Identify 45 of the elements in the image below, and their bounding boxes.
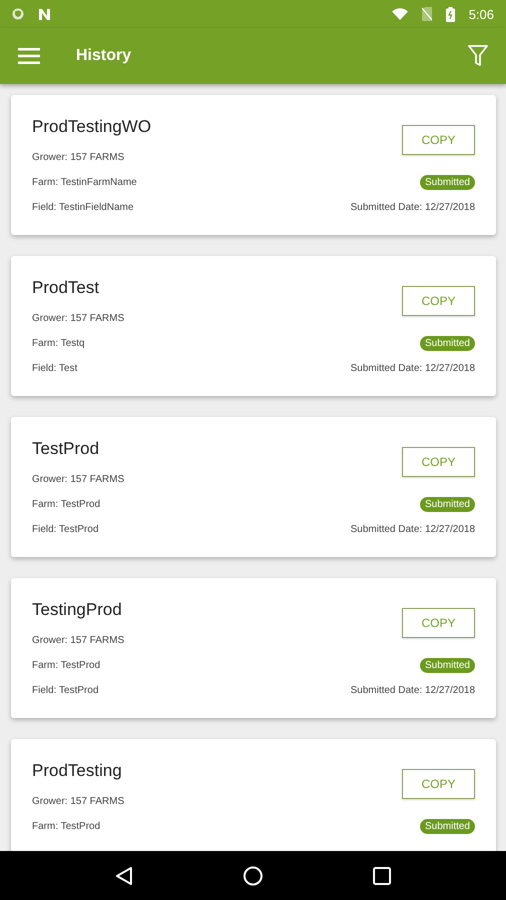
battery-icon	[446, 6, 455, 22]
grower-label: Grower: 157 FARMS	[32, 313, 126, 324]
submitted-date: Submitted Date: 12/27/2018	[350, 202, 475, 213]
record-card[interactable]: TestProd COPY Grower: 157 FARMS Farm: TestProd Submitted Field: TestProd Submitted Date: 12/27/2018	[11, 417, 496, 557]
n-logo-icon	[38, 8, 51, 20]
menu-icon[interactable]	[18, 48, 40, 64]
record-card[interactable]: ProdTestingWO COPY Grower: 157 FARMS Farm: TestinFarmName Submitted Field: TestinFieldName Submitted Date: 12/27/2018	[11, 95, 496, 235]
grower-label: Grower: 157 FARMS	[32, 152, 126, 163]
record-title: TestProd	[32, 439, 100, 459]
record-title: ProdTestingWO	[32, 117, 152, 137]
screen-title: History	[76, 47, 132, 65]
back-icon[interactable]	[115, 866, 133, 886]
record-title: ProdTest	[32, 278, 100, 298]
status-badge: Submitted	[420, 658, 475, 673]
status-time: 5:06	[468, 6, 494, 22]
status-badge: Submitted	[420, 497, 475, 512]
field-label: Field: TestinFieldName	[32, 202, 135, 213]
record-card[interactable]: ProdTest COPY Grower: 157 FARMS Farm: Testq Submitted Field: Test Submitted Date: 12/27/2018	[11, 256, 496, 396]
field-label: Field: TestProd	[32, 685, 100, 696]
record-title: TestingProd	[32, 600, 123, 620]
shield-icon	[12, 8, 24, 20]
farm-label: Farm: Testq	[32, 338, 86, 349]
farm-label: Farm: TestProd	[32, 499, 102, 510]
no-sim-icon	[422, 7, 432, 21]
grower-label: Grower: 157 FARMS	[32, 796, 126, 807]
farm-label: Farm: TestProd	[32, 660, 102, 671]
submitted-date: Submitted Date: 12/27/2018	[350, 524, 475, 535]
status-badge: Submitted	[420, 336, 475, 351]
farm-label: Farm: TestProd	[32, 821, 102, 832]
record-card[interactable]: ProdTesting COPY Grower: 157 FARMS Farm: TestProd Submitted	[11, 739, 496, 851]
farm-label: Farm: TestinFarmName	[32, 177, 138, 188]
submitted-date: Submitted Date: 12/27/2018	[350, 363, 475, 374]
grower-label: Grower: 157 FARMS	[32, 635, 126, 646]
field-label: Field: TestProd	[32, 524, 100, 535]
filter-icon[interactable]	[468, 45, 488, 67]
submitted-date: Submitted Date: 12/27/2018	[350, 685, 475, 696]
record-title: ProdTesting	[32, 761, 123, 781]
grower-label: Grower: 157 FARMS	[32, 474, 126, 485]
home-icon[interactable]	[243, 866, 263, 886]
recents-icon[interactable]	[373, 866, 391, 884]
record-card[interactable]: TestingProd COPY Grower: 157 FARMS Farm: TestProd Submitted Field: TestProd Submitted Date: 12/27/2018	[11, 578, 496, 718]
field-label: Field: Test	[32, 363, 78, 374]
status-badge: Submitted	[420, 175, 475, 190]
wifi-icon	[392, 8, 408, 20]
status-badge: Submitted	[420, 819, 475, 834]
